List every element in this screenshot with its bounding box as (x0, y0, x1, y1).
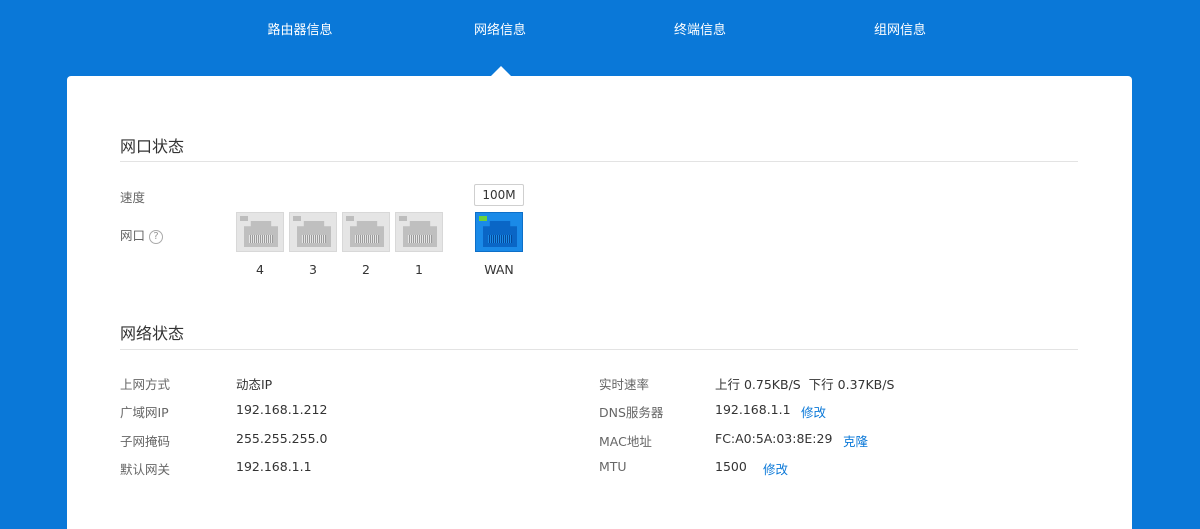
subnet-mask-label: 子网掩码 (120, 434, 171, 449)
port-number: 3 (309, 262, 317, 277)
port-number: 2 (362, 262, 370, 277)
speed-label: 速度 (120, 190, 146, 205)
help-icon[interactable]: ? (149, 229, 164, 244)
section-title-network-status: 网络状态 (120, 324, 185, 343)
mtu-value: 1500 (715, 459, 747, 474)
wan-ip-value: 192.168.1.212 (236, 402, 328, 417)
active-tab-indicator (491, 66, 511, 76)
wan-speed-badge: 100M (474, 184, 524, 206)
gateway-value: 192.168.1.1 (236, 459, 312, 474)
connection-type-label: 上网方式 (120, 377, 171, 392)
edit-dns-link[interactable]: 修改 (801, 402, 826, 421)
port-number: 4 (256, 262, 264, 277)
lan-port-2-icon (342, 212, 390, 252)
dns-server-label: DNS服务器 (599, 405, 664, 420)
gateway-label: 默认网关 (120, 462, 171, 477)
clone-mac-link[interactable]: 克隆 (843, 431, 868, 450)
mac-address-label: MAC地址 (599, 434, 652, 449)
lan-port-3-icon (289, 212, 337, 252)
port-label-text: 网口 (120, 228, 146, 243)
port-number: 1 (415, 262, 423, 277)
mtu-label: MTU (599, 459, 627, 474)
tab-network-info[interactable]: 网络信息 (440, 19, 560, 38)
edit-mtu-link[interactable]: 修改 (763, 459, 788, 478)
wan-port-label: WAN (484, 262, 514, 277)
divider (120, 349, 1078, 350)
realtime-rate-label: 实时速率 (599, 377, 650, 392)
realtime-rate-value: 上行 0.75KB/S 下行 0.37KB/S (715, 377, 895, 392)
subnet-mask-value: 255.255.255.0 (236, 431, 328, 446)
lan-port-4-icon (236, 212, 284, 252)
wan-port-icon (475, 212, 523, 252)
tab-terminal-info[interactable]: 终端信息 (640, 19, 760, 38)
section-title-port-status: 网口状态 (120, 137, 185, 156)
dns-server-value: 192.168.1.1 (715, 402, 791, 417)
content-panel: 网口状态 速度 网口? 100M 4 3 2 1 WAN 网络状态 上网方式 动… (67, 76, 1132, 529)
mac-address-value: FC:A0:5A:03:8E:29 (715, 431, 833, 446)
tab-router-info[interactable]: 路由器信息 (240, 19, 360, 38)
top-navigation: 路由器信息 网络信息 终端信息 组网信息 (0, 0, 1200, 76)
wan-ip-label: 广域网IP (120, 405, 169, 420)
lan-port-1-icon (395, 212, 443, 252)
divider (120, 161, 1078, 162)
connection-type-value: 动态IP (236, 377, 273, 392)
tab-mesh-info[interactable]: 组网信息 (840, 19, 960, 38)
port-label: 网口? (120, 225, 164, 244)
